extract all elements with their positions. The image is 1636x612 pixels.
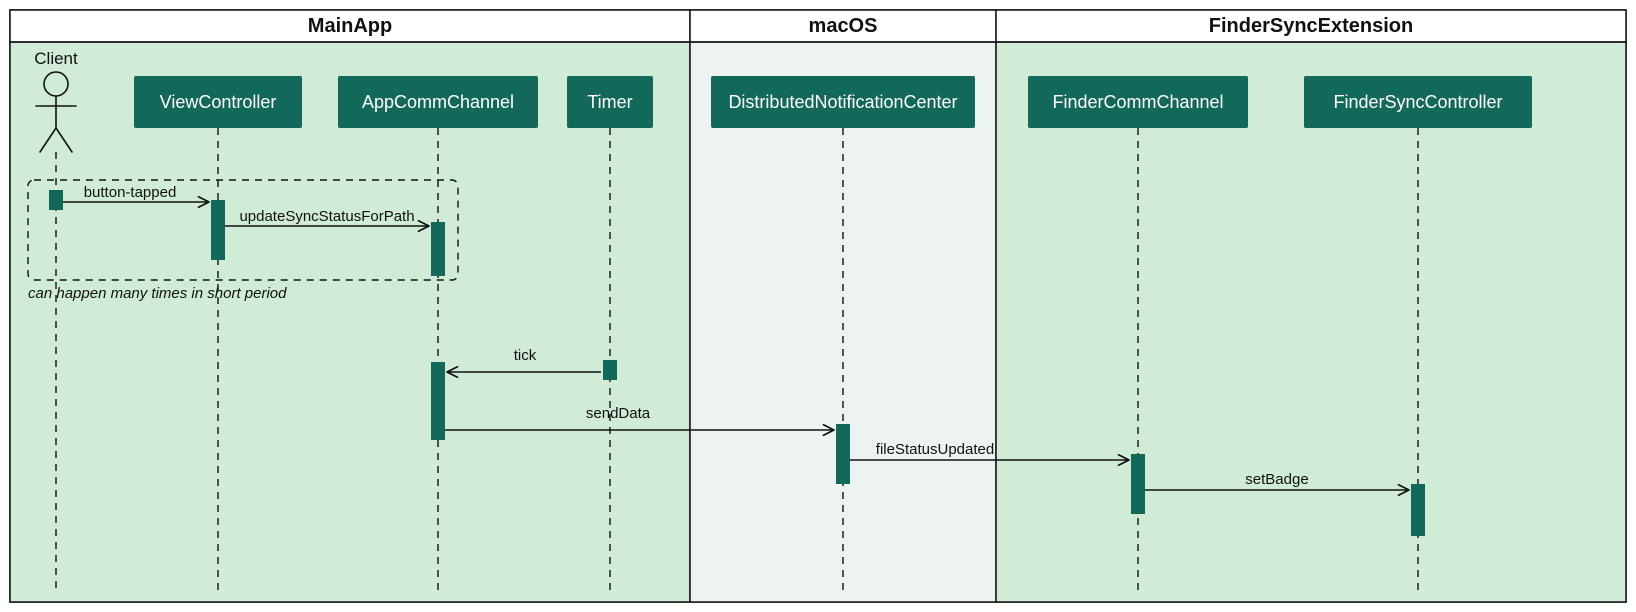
lane-title-findersync: FinderSyncExtension — [1209, 15, 1414, 37]
svg-text:button-tapped: button-tapped — [84, 184, 177, 201]
activation-viewcontroller — [211, 200, 225, 260]
participant-label: AppCommChannel — [362, 92, 514, 112]
activation-findersynccontroller — [1411, 484, 1425, 536]
lane-title-mainapp: MainApp — [308, 15, 392, 37]
svg-text:sendData: sendData — [586, 405, 651, 422]
activation-dnc — [836, 424, 850, 484]
participant-label: Timer — [587, 92, 632, 112]
svg-text:fileStatusUpdated: fileStatusUpdated — [876, 441, 994, 458]
svg-text:updateSyncStatusForPath: updateSyncStatusForPath — [239, 208, 414, 225]
sequence-diagram: MainApp macOS FinderSyncExtension Client… — [0, 0, 1636, 612]
svg-text:setBadge: setBadge — [1245, 471, 1308, 488]
participant-label: FinderSyncController — [1333, 92, 1502, 112]
activation-appcommchannel-1 — [431, 222, 445, 276]
activation-appcommchannel-2 — [431, 362, 445, 440]
activation-client — [49, 190, 63, 210]
activation-timer — [603, 360, 617, 380]
svg-text:tick: tick — [514, 347, 537, 364]
participant-label: FinderCommChannel — [1052, 92, 1223, 112]
participant-label: ViewController — [160, 92, 277, 112]
actor-label: Client — [34, 49, 78, 68]
fragment-note: can happen many times in short period — [28, 285, 287, 302]
msg-updatesyncstatusforpath: updateSyncStatusForPath — [225, 208, 429, 226]
activation-findercommchannel — [1131, 454, 1145, 514]
lane-title-macos: macOS — [809, 15, 878, 37]
participant-label: DistributedNotificationCenter — [728, 92, 957, 112]
